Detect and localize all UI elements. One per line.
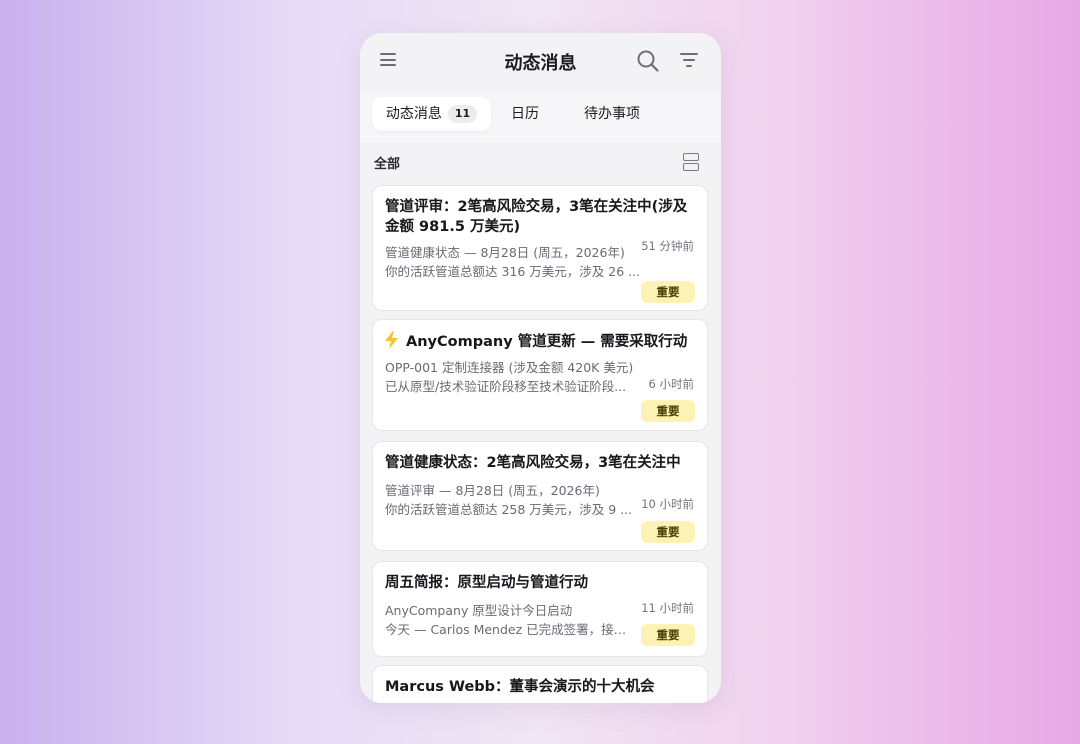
importance-badge: 重要 (641, 624, 695, 646)
app-header: 动态消息 (360, 33, 721, 89)
tab-activity-feed[interactable]: 动态消息 11 (372, 97, 491, 131)
feed-card[interactable]: 管道评审：2笔高风险交易，3笔在关注中(涉及金额 981.5 万美元) 管道健康… (372, 185, 708, 311)
card-preview: 今天 — Carlos Mendez 已完成签署，接下... (385, 622, 635, 637)
page-title: 动态消息 (504, 53, 577, 74)
feed-card[interactable]: 管道健康状态：2笔高风险交易，3笔在关注中 管道评审 — 8月28日 (周五，2… (372, 441, 708, 551)
importance-badge: 重要 (641, 521, 695, 543)
card-timestamp: 51 分钟前 (641, 239, 694, 253)
card-timestamp: 11 小时前 (641, 601, 694, 615)
card-subtitle: OPP-001 定制连接器 (涉及金额 420K 美元) (385, 360, 634, 375)
card-title-text: AnyCompany 管道更新 — 需要采取行动 (406, 334, 688, 350)
feed-card[interactable]: AnyCompany 管道更新 — 需要采取行动 OPP-001 定制连接器 (… (372, 319, 708, 431)
card-title: 周五简报：原型启动与管道行动 (385, 575, 588, 591)
card-subtitle: 管道评审 — 8月28日 (周五，2026年) (385, 483, 600, 498)
card-subtitle: AnyCompany 原型设计今日启动 (385, 603, 573, 618)
lightning-bolt-icon (385, 331, 398, 349)
card-preview: 你的活跃管道总额达 258 万美元，涉及 9 ... (385, 502, 633, 517)
card-title: AnyCompany 管道更新 — 需要采取行动 (385, 331, 693, 352)
mobile-app-panel: 动态消息 动态消息 11 日历 待办事项 全部 管道评审：2笔高风险交易，3笔在关… (360, 33, 721, 703)
tab-label: 动态消息 (385, 106, 442, 122)
feed-card[interactable]: Marcus Webb：董事会演示的十大机会 (372, 665, 708, 703)
card-timestamp: 6 小时前 (648, 377, 694, 391)
unread-count-badge: 11 (447, 105, 478, 123)
card-timestamp: 10 小时前 (641, 497, 694, 511)
section-filter-label[interactable]: 全部 (374, 153, 400, 172)
filter-icon[interactable] (680, 52, 698, 68)
tab-bar: 动态消息 11 日历 待办事项 (360, 93, 721, 143)
tab-calendar[interactable]: 日历 (500, 97, 550, 131)
tab-todo[interactable]: 待办事项 (572, 97, 652, 131)
layout-toggle-icon[interactable] (683, 153, 699, 171)
feed-card[interactable]: 周五简报：原型启动与管道行动 AnyCompany 原型设计今日启动 11 小时… (372, 561, 708, 657)
card-preview: 你的活跃管道总额达 316 万美元，涉及 26 ... (385, 264, 641, 279)
card-subtitle: 管道健康状态 — 8月28日 (周五，2026年) (385, 245, 625, 260)
card-title: Marcus Webb：董事会演示的十大机会 (385, 679, 655, 695)
card-title: 管道评审：2笔高风险交易，3笔在关注中(涉及金额 981.5 万美元) (385, 199, 688, 235)
importance-badge: 重要 (641, 400, 695, 422)
search-icon[interactable] (636, 49, 660, 73)
importance-badge: 重要 (641, 281, 695, 303)
card-preview: 已从原型/技术验证阶段移至技术验证阶段... (385, 379, 627, 394)
card-title: 管道健康状态：2笔高风险交易，3笔在关注中 (385, 455, 681, 471)
